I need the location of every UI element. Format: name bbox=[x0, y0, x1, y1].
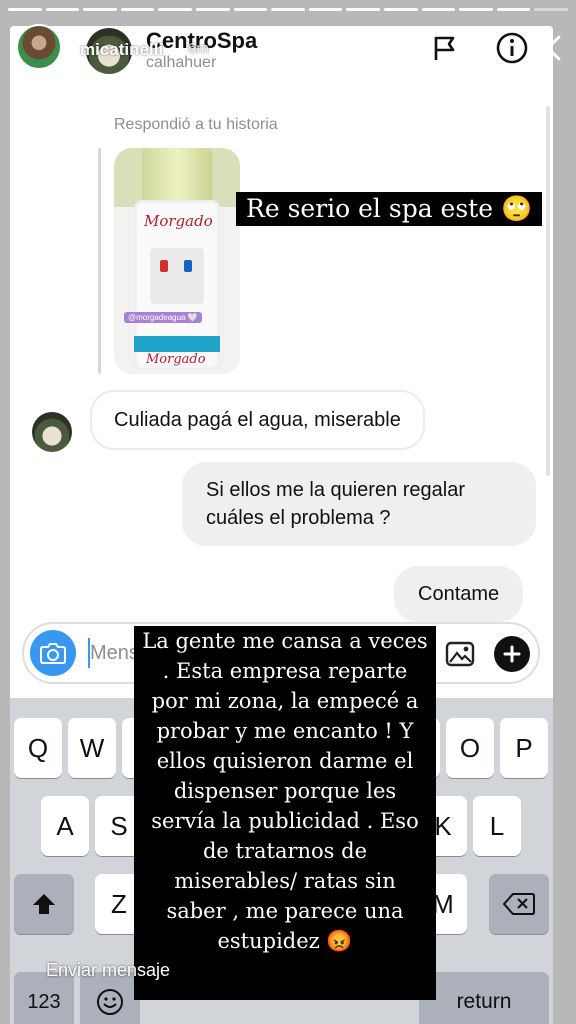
camera-button[interactable] bbox=[30, 630, 76, 676]
info-icon bbox=[496, 32, 528, 64]
report-button[interactable] bbox=[426, 30, 462, 66]
progress-segment bbox=[308, 8, 343, 11]
story-caption-top: Re serio el spa este 🙄 bbox=[236, 192, 543, 226]
camera-icon bbox=[40, 643, 66, 664]
progress-segment bbox=[534, 8, 568, 11]
cold-tap bbox=[184, 260, 192, 272]
water-bottle bbox=[142, 148, 212, 206]
dispenser-brand: Morgado bbox=[144, 212, 213, 230]
story-thumbnail[interactable]: Morgado @morgadeagua 🤍 Morgado bbox=[114, 148, 240, 374]
message-bubble-incoming: Culiada pagá el agua, miserable bbox=[90, 390, 425, 450]
key-w[interactable]: W bbox=[68, 718, 116, 778]
story-author-avatar[interactable] bbox=[16, 24, 62, 70]
progress-segment bbox=[8, 8, 42, 11]
story-header: micatinelli 6m bbox=[0, 0, 576, 90]
progress-segment bbox=[195, 8, 230, 11]
backspace-icon bbox=[503, 893, 535, 915]
close-button[interactable] bbox=[530, 30, 566, 66]
progress-segment bbox=[158, 8, 192, 11]
add-button[interactable] bbox=[494, 636, 530, 672]
flag-icon bbox=[434, 36, 455, 60]
replied-to-story-label: Respondió a tu historia bbox=[114, 116, 278, 133]
progress-segment bbox=[383, 8, 418, 11]
reply-thread-line bbox=[98, 148, 101, 374]
progress-segment bbox=[459, 8, 493, 11]
sender-avatar bbox=[32, 412, 72, 452]
progress-segment bbox=[496, 8, 531, 11]
message-bubble-outgoing: Contame bbox=[394, 566, 524, 622]
story-caption-main: La gente me cansa a veces . Esta empresa… bbox=[134, 626, 436, 1000]
tap-panel bbox=[150, 248, 204, 304]
close-icon bbox=[535, 35, 561, 61]
dispenser-brand-bottom: Morgado bbox=[146, 352, 206, 367]
key-q[interactable]: Q bbox=[14, 718, 62, 778]
gallery-button[interactable] bbox=[444, 638, 476, 670]
story-viewer: CentroSpa calhahuer Respondió a tu histo… bbox=[0, 0, 576, 1024]
story-timestamp: 6m bbox=[188, 40, 209, 57]
delete-key[interactable] bbox=[489, 874, 549, 934]
info-button[interactable] bbox=[494, 30, 530, 66]
progress-segment bbox=[83, 8, 117, 11]
story-reply-input[interactable]: Enviar mensaje bbox=[46, 960, 170, 981]
progress-segment bbox=[271, 8, 305, 11]
scrollbar[interactable] bbox=[546, 106, 550, 476]
dispenser-band bbox=[134, 336, 220, 352]
story-progress-bar bbox=[8, 8, 568, 11]
key-l[interactable]: L bbox=[473, 796, 521, 856]
mention-tag: @morgadeagua 🤍 bbox=[124, 312, 202, 323]
progress-segment bbox=[233, 8, 268, 11]
hot-tap bbox=[160, 260, 168, 272]
progress-segment bbox=[45, 8, 80, 11]
progress-segment bbox=[346, 8, 380, 11]
key-a[interactable]: A bbox=[41, 796, 89, 856]
story-author-username[interactable]: micatinelli bbox=[80, 40, 163, 60]
shift-icon bbox=[33, 894, 55, 914]
add-icon bbox=[503, 645, 521, 663]
key-p[interactable]: P bbox=[500, 718, 548, 778]
gallery-icon bbox=[445, 641, 475, 667]
message-bubble-outgoing: Si ellos me la quieren regalar cuáles el… bbox=[182, 462, 536, 546]
shift-key[interactable] bbox=[14, 874, 74, 934]
key-o[interactable]: O bbox=[446, 718, 494, 778]
progress-segment bbox=[120, 8, 155, 11]
progress-segment bbox=[421, 8, 456, 11]
